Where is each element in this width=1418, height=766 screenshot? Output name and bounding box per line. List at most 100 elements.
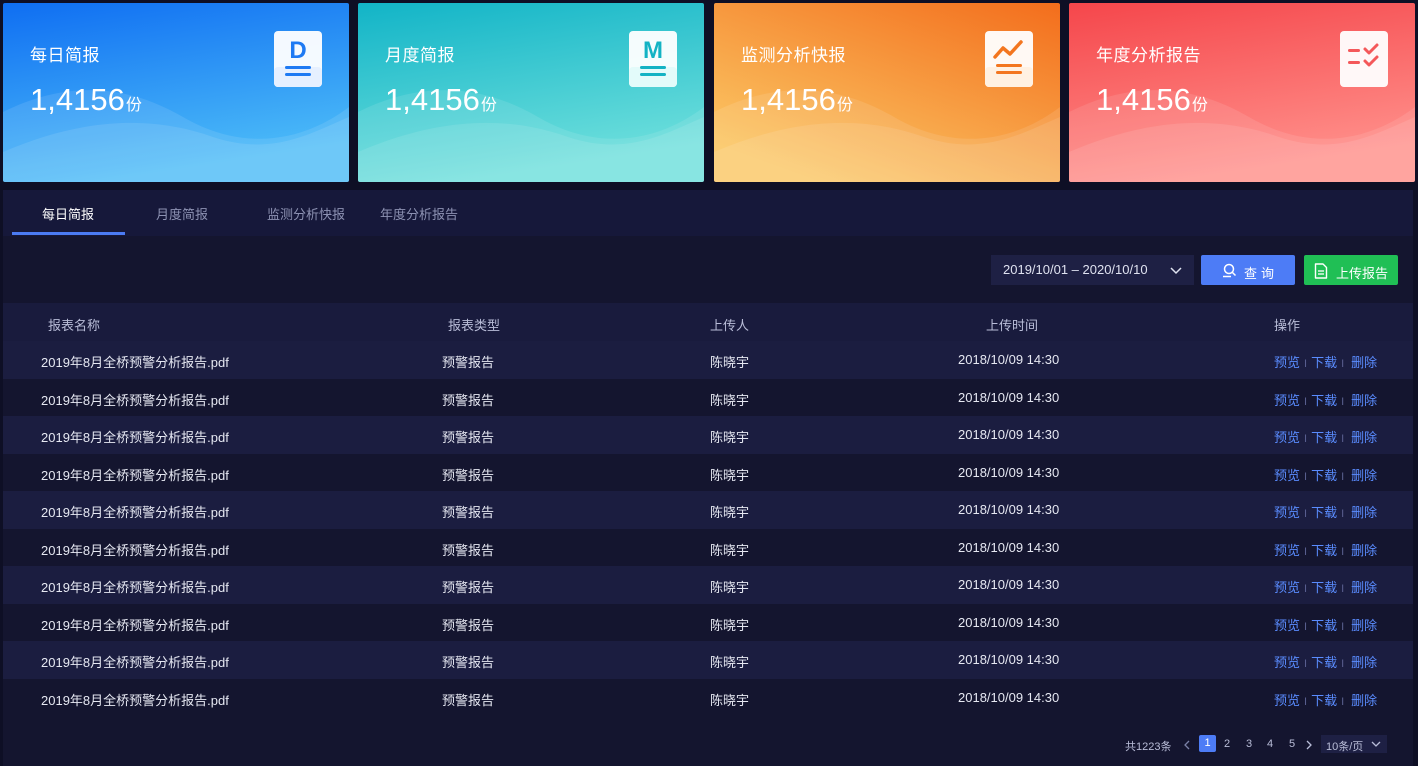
- preview-link[interactable]: 预览: [1274, 580, 1300, 595]
- card-title: 年度分析报告: [1096, 46, 1201, 65]
- report-name: 2019年8月全桥预警分析报告.pdf: [41, 542, 229, 558]
- report-table: 报表名称 报表类型 上传人 上传时间 操作 2019年8月全桥预警分析报告.pd…: [3, 303, 1413, 716]
- card-count-value: 1,4156: [30, 82, 125, 117]
- preview-link[interactable]: 预览: [1274, 693, 1300, 708]
- query-button-label: 查询: [1244, 266, 1279, 281]
- delete-link[interactable]: 删除: [1351, 430, 1377, 445]
- download-link[interactable]: 下载: [1311, 468, 1337, 483]
- uploader: 陈晓宇: [710, 617, 750, 633]
- delete-link[interactable]: 删除: [1351, 618, 1377, 633]
- query-button[interactable]: 查询: [1201, 255, 1295, 285]
- tab-annual-report[interactable]: 年度分析报告: [380, 204, 458, 223]
- delete-link[interactable]: 删除: [1351, 655, 1377, 670]
- preview-link[interactable]: 预览: [1274, 655, 1300, 670]
- preview-link[interactable]: 预览: [1274, 543, 1300, 558]
- row-actions: 预览 I 下载 I 删除: [1274, 577, 1377, 596]
- document-icon: [1314, 263, 1328, 279]
- tab-daily-report[interactable]: 每日简报: [42, 204, 94, 223]
- delete-link[interactable]: 删除: [1351, 693, 1377, 708]
- report-type: 预警报告: [442, 430, 495, 445]
- upload-time: 2018/10/09 14:30: [958, 577, 1060, 592]
- download-link[interactable]: 下载: [1311, 393, 1337, 408]
- card-daily-report[interactable]: 每日简报 1,4156份 D: [3, 3, 349, 182]
- table-row: 2019年8月全桥预警分析报告.pdf 预警报告 陈晓宇 2018/10/09 14:…: [3, 603, 1413, 641]
- download-link[interactable]: 下载: [1311, 655, 1337, 670]
- chevron-right-icon[interactable]: [1305, 740, 1313, 750]
- card-count-unit: 份: [1191, 97, 1208, 114]
- icon-letter: M: [643, 37, 663, 64]
- daily-report-icon: D: [274, 31, 322, 87]
- upload-report-button[interactable]: 上传报告: [1304, 255, 1398, 285]
- action-separator: I: [1304, 695, 1308, 708]
- tab-monitoring-report[interactable]: 监测分析快报: [267, 204, 345, 223]
- card-annual-report[interactable]: 年度分析报告 1,4156份: [1069, 3, 1415, 182]
- delete-link[interactable]: 删除: [1351, 505, 1377, 520]
- card-count-unit: 份: [125, 97, 142, 114]
- tab-monthly-report[interactable]: 月度简报: [156, 204, 208, 223]
- download-link[interactable]: 下载: [1311, 618, 1337, 633]
- search-icon: [1223, 263, 1237, 278]
- report-name: 2019年8月全桥预警分析报告.pdf: [41, 505, 229, 520]
- date-range-picker[interactable]: 2019/10/01 – 2020/10/10: [991, 255, 1194, 285]
- action-separator: I: [1304, 508, 1308, 520]
- download-link[interactable]: 下载: [1311, 543, 1337, 558]
- column-header-uploader: 上传人: [710, 318, 750, 333]
- download-link[interactable]: 下载: [1311, 693, 1337, 708]
- delete-link[interactable]: 删除: [1351, 580, 1377, 595]
- upload-time: 2018/10/09 14:30: [958, 689, 1060, 705]
- card-monthly-report[interactable]: 月度简报 1,4156份 M: [358, 3, 704, 182]
- action-separator: I: [1341, 583, 1345, 595]
- delete-link[interactable]: 删除: [1351, 355, 1377, 370]
- card-count-unit: 份: [480, 97, 497, 114]
- delete-link[interactable]: 删除: [1351, 393, 1377, 408]
- row-actions: 预览 I 下载 I 删除: [1274, 390, 1377, 409]
- report-name: 2019年8月全桥预警分析报告.pdf: [41, 580, 229, 595]
- chevron-down-icon: [1170, 267, 1182, 275]
- report-type: 预警报告: [442, 355, 495, 370]
- preview-link[interactable]: 预览: [1274, 468, 1300, 483]
- row-actions: 预览 I 下载 I 删除: [1274, 540, 1377, 559]
- preview-link[interactable]: 预览: [1274, 393, 1300, 408]
- table-row: 2019年8月全桥预警分析报告.pdf 预警报告 陈晓宇 2018/10/09 14:…: [3, 378, 1413, 416]
- action-separator: I: [1304, 433, 1308, 445]
- column-header-upload-time: 上传时间: [986, 318, 1039, 333]
- action-separator: I: [1304, 620, 1308, 633]
- card-count-value: 1,4156: [741, 82, 836, 117]
- upload-time: 2018/10/09 14:30: [958, 652, 1060, 667]
- action-separator: I: [1341, 545, 1345, 558]
- page-2-button[interactable]: 2: [1224, 738, 1230, 750]
- page-1-button[interactable]: 1: [1199, 735, 1216, 752]
- preview-link[interactable]: 预览: [1274, 505, 1300, 520]
- upload-time: 2018/10/09 14:30: [958, 614, 1060, 630]
- table-row: 2019年8月全桥预警分析报告.pdf 预警报告 陈晓宇 2018/10/09 14:…: [3, 566, 1413, 604]
- action-separator: I: [1304, 583, 1308, 595]
- upload-button-label: 上传报告: [1336, 266, 1389, 281]
- preview-link[interactable]: 预览: [1274, 618, 1300, 633]
- card-monitoring-report[interactable]: 监测分析快报 1,4156份: [714, 3, 1060, 182]
- column-header-name: 报表名称: [48, 318, 101, 333]
- delete-link[interactable]: 删除: [1351, 543, 1377, 558]
- upload-time: 2018/10/09 14:30: [958, 464, 1060, 480]
- action-separator: I: [1304, 658, 1308, 670]
- card-count-unit: 份: [836, 97, 853, 114]
- table-row: 2019年8月全桥预警分析报告.pdf 预警报告 陈晓宇 2018/10/09 14:…: [3, 528, 1413, 566]
- row-actions: 预览 I 下载 I 删除: [1274, 427, 1377, 446]
- download-link[interactable]: 下载: [1311, 505, 1337, 520]
- delete-link[interactable]: 删除: [1351, 468, 1377, 483]
- report-type: 预警报告: [442, 692, 495, 708]
- card-count: 1,4156份: [1096, 79, 1208, 127]
- action-separator: I: [1341, 508, 1345, 520]
- preview-link[interactable]: 预览: [1274, 430, 1300, 445]
- preview-link[interactable]: 预览: [1274, 355, 1300, 370]
- page-size-select[interactable]: 10条/页: [1321, 735, 1387, 753]
- download-link[interactable]: 下载: [1311, 355, 1337, 370]
- uploader: 陈晓宇: [710, 505, 750, 520]
- download-link[interactable]: 下载: [1311, 580, 1337, 595]
- report-type: 预警报告: [442, 392, 495, 408]
- page-5-button[interactable]: 5: [1289, 738, 1295, 750]
- page-3-button[interactable]: 3: [1246, 738, 1252, 750]
- download-link[interactable]: 下载: [1311, 430, 1337, 445]
- table-body: 2019年8月全桥预警分析报告.pdf 预警报告 陈晓宇 2018/10/09 14:…: [3, 341, 1413, 716]
- page-4-button[interactable]: 4: [1267, 738, 1273, 750]
- chevron-left-icon[interactable]: [1183, 740, 1191, 750]
